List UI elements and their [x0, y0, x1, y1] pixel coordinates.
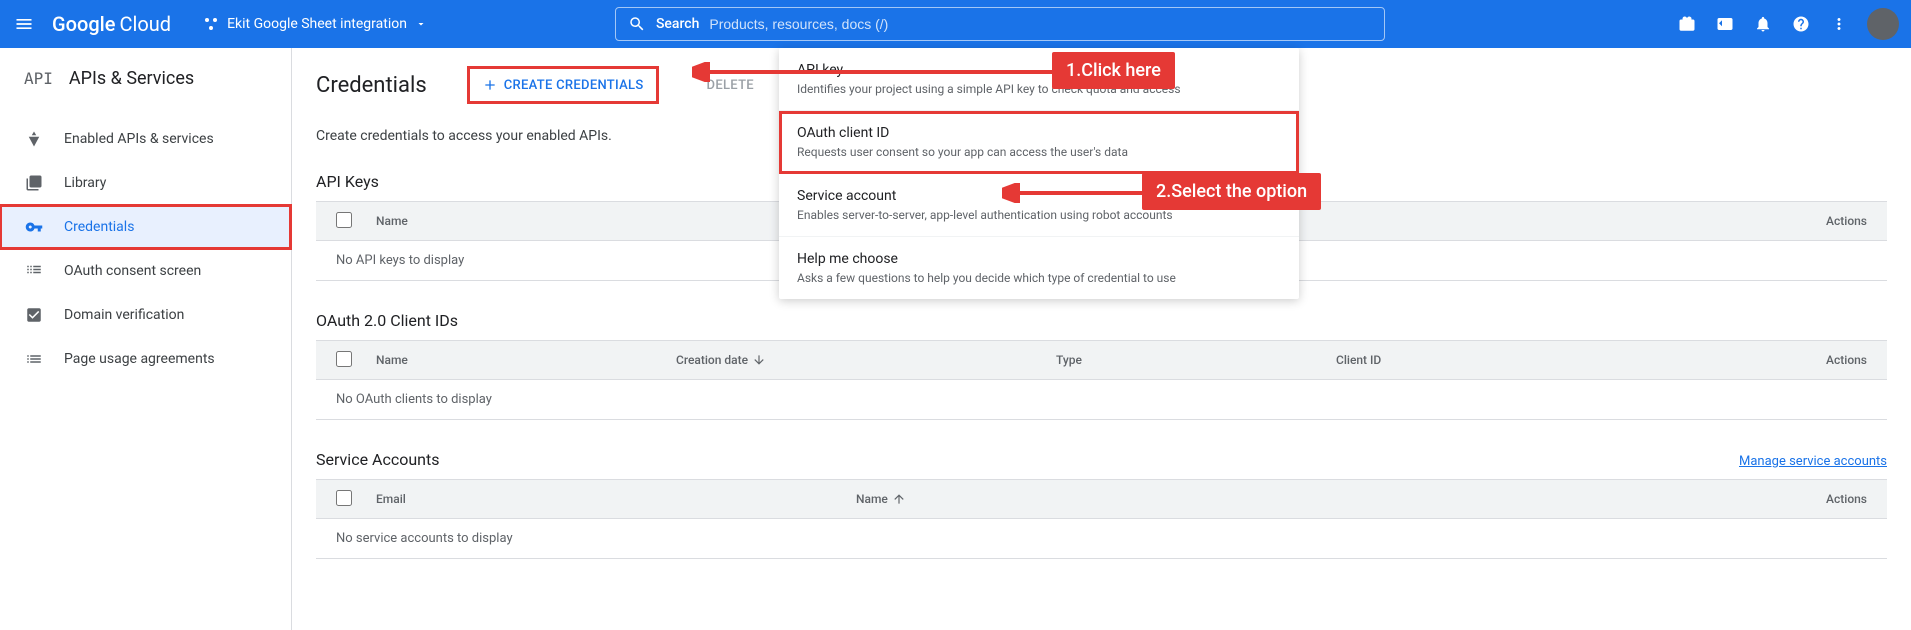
api-icon: API	[24, 69, 53, 88]
delete-button[interactable]: DELETE	[699, 70, 762, 101]
create-credentials-dropdown: API key Identifies your project using a …	[779, 48, 1299, 299]
sidebar: API APIs & Services Enabled APIs & servi…	[0, 48, 292, 630]
arrow-down-icon	[752, 353, 766, 367]
oauth-section: OAuth 2.0 Client IDs Name Creation date …	[316, 311, 1887, 420]
content: Credentials CREATE CREDENTIALS DELETE Cr…	[292, 48, 1911, 630]
empty-state: No OAuth clients to display	[316, 380, 1887, 420]
sidebar-title: API APIs & Services	[0, 48, 291, 109]
sidebar-item-oauth-consent[interactable]: OAuth consent screen	[0, 249, 291, 293]
select-all-checkbox[interactable]	[336, 490, 352, 506]
select-all-checkbox[interactable]	[336, 351, 352, 367]
menu-icon[interactable]	[12, 12, 36, 36]
console-icon[interactable]	[1715, 14, 1735, 34]
manage-service-accounts-link[interactable]: Manage service accounts	[1739, 454, 1887, 469]
dropdown-item-desc: Asks a few questions to help you decide …	[797, 271, 1281, 285]
dropdown-item-desc: Requests user consent so your app can ac…	[797, 145, 1281, 159]
page-title: Credentials	[316, 73, 427, 98]
bell-icon[interactable]	[1753, 14, 1773, 34]
sidebar-item-label: Enabled APIs & services	[64, 131, 214, 147]
arrow-up-icon	[892, 492, 906, 506]
col-creation[interactable]: Creation date	[676, 353, 1056, 367]
dropdown-item-api-key[interactable]: API key Identifies your project using a …	[779, 48, 1299, 111]
search-icon	[628, 15, 646, 33]
logo-google: Google	[52, 12, 115, 36]
section-title: OAuth 2.0 Client IDs	[316, 311, 1887, 330]
project-picker[interactable]: Ekit Google Sheet integration	[195, 12, 435, 36]
consent-icon	[24, 261, 44, 281]
dropdown-item-help-me-choose[interactable]: Help me choose Asks a few questions to h…	[779, 237, 1299, 299]
delete-button-label: DELETE	[707, 78, 754, 93]
plus-icon	[482, 77, 498, 93]
check-icon	[24, 305, 44, 325]
logo-cloud: Cloud	[119, 12, 171, 36]
sidebar-item-enabled-apis[interactable]: Enabled APIs & services	[0, 117, 291, 161]
gift-icon[interactable]	[1677, 14, 1697, 34]
dropdown-item-desc: Identifies your project using a simple A…	[797, 82, 1281, 96]
search-label: Search	[656, 16, 699, 32]
table-header: Name Creation date Type Client ID Action…	[316, 340, 1887, 380]
key-icon	[24, 217, 44, 237]
col-name[interactable]: Name	[376, 353, 676, 367]
col-name[interactable]: Name	[856, 492, 1826, 506]
dropdown-item-oauth-client-id[interactable]: OAuth client ID Requests user consent so…	[779, 111, 1299, 174]
create-button-label: CREATE CREDENTIALS	[504, 78, 644, 93]
col-name[interactable]: Name	[376, 214, 676, 228]
select-all-checkbox[interactable]	[336, 212, 352, 228]
logo[interactable]: Google Cloud	[52, 12, 171, 36]
help-icon[interactable]	[1791, 14, 1811, 34]
col-email[interactable]: Email	[376, 492, 856, 506]
col-actions: Actions	[1826, 492, 1867, 506]
sidebar-item-label: Domain verification	[64, 307, 184, 323]
col-actions: Actions	[1826, 214, 1867, 228]
section-title: Service Accounts	[316, 450, 1887, 469]
sidebar-item-label: Credentials	[64, 219, 134, 235]
diamond-icon	[24, 129, 44, 149]
col-clientid[interactable]: Client ID	[1336, 353, 1826, 367]
topbar-actions	[1677, 8, 1899, 40]
table-header: Email Name Actions	[316, 479, 1887, 519]
dropdown-item-title: OAuth client ID	[797, 125, 1281, 141]
dropdown-item-title: API key	[797, 62, 1281, 78]
col-type[interactable]: Type	[1056, 353, 1336, 367]
chevron-down-icon	[415, 18, 427, 30]
dropdown-item-service-account[interactable]: Service account Enables server-to-server…	[779, 174, 1299, 237]
sidebar-title-text: APIs & Services	[69, 68, 194, 89]
project-icon	[203, 16, 219, 32]
sidebar-item-credentials[interactable]: Credentials	[0, 205, 291, 249]
avatar[interactable]	[1867, 8, 1899, 40]
sidebar-item-label: OAuth consent screen	[64, 263, 201, 279]
search-input[interactable]	[709, 16, 1372, 32]
dropdown-item-title: Help me choose	[797, 251, 1281, 267]
empty-state: No service accounts to display	[316, 519, 1887, 559]
sidebar-item-library[interactable]: Library	[0, 161, 291, 205]
sidebar-item-label: Page usage agreements	[64, 351, 215, 367]
list-icon	[24, 349, 44, 369]
search-bar[interactable]: Search	[615, 7, 1385, 41]
create-credentials-button[interactable]: CREATE CREDENTIALS	[467, 66, 659, 104]
sidebar-item-domain-verification[interactable]: Domain verification	[0, 293, 291, 337]
dropdown-item-desc: Enables server-to-server, app-level auth…	[797, 208, 1281, 222]
sidebar-item-page-usage[interactable]: Page usage agreements	[0, 337, 291, 381]
top-bar: Google Cloud Ekit Google Sheet integrati…	[0, 0, 1911, 48]
more-icon[interactable]	[1829, 14, 1849, 34]
sidebar-item-label: Library	[64, 175, 106, 191]
col-actions: Actions	[1826, 353, 1867, 367]
dropdown-item-title: Service account	[797, 188, 1281, 204]
service-accounts-section: Service Accounts Manage service accounts…	[316, 450, 1887, 559]
library-icon	[24, 173, 44, 193]
project-name: Ekit Google Sheet integration	[227, 16, 407, 32]
